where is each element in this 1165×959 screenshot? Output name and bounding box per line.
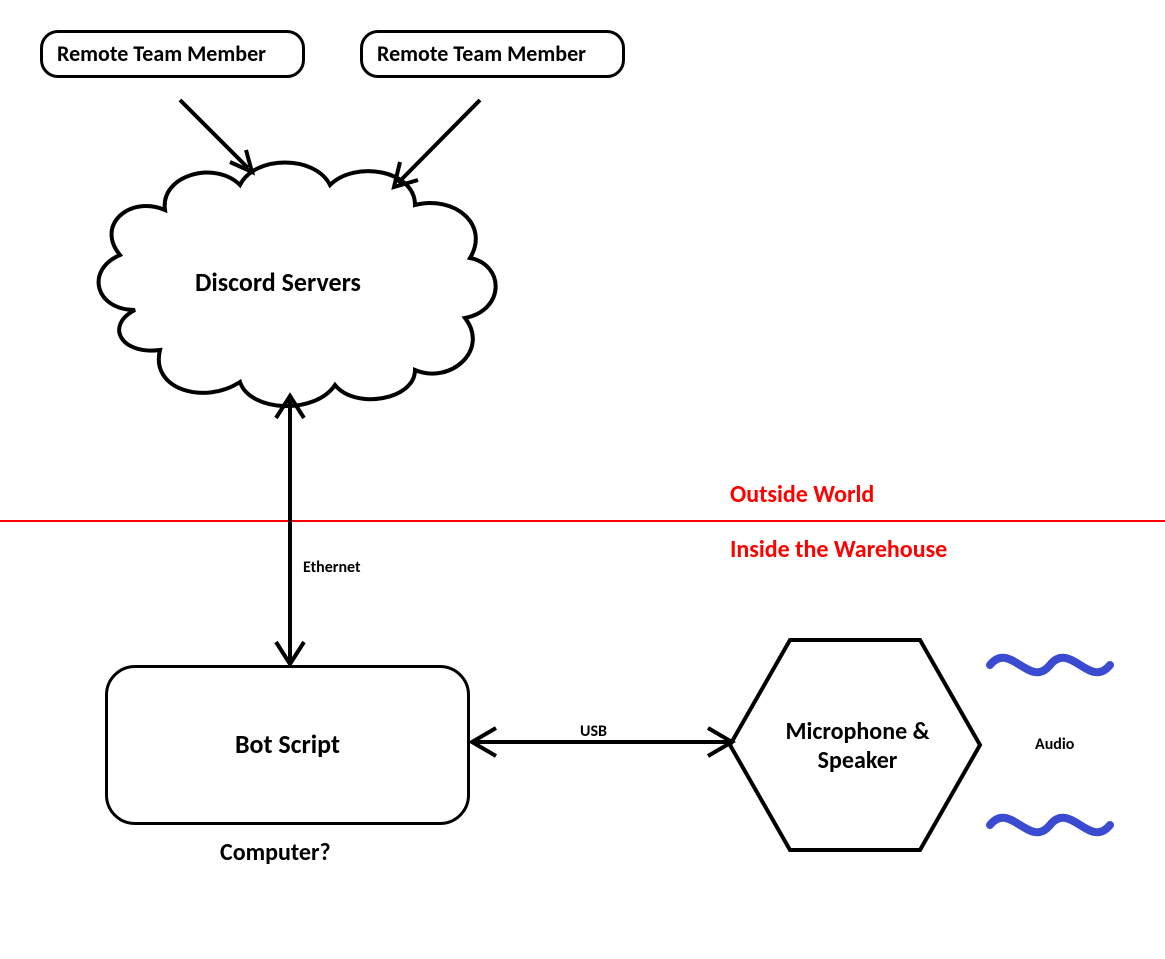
label-outside-world: Outside World [730, 480, 874, 509]
label-inside-warehouse: Inside the Warehouse [730, 535, 947, 564]
arrow-remote1-to-cloud [180, 100, 252, 172]
node-remote-member-1-label: Remote Team Member [57, 40, 266, 67]
node-remote-member-1: Remote Team Member [40, 30, 305, 78]
edge-label-ethernet: Ethernet [303, 558, 361, 577]
audio-wave-top [990, 658, 1110, 672]
node-bot-script: Bot Script [105, 665, 470, 825]
arrow-remote2-to-cloud [394, 100, 480, 187]
audio-wave-bottom [990, 818, 1110, 832]
node-remote-member-2: Remote Team Member [360, 30, 625, 78]
edge-label-usb: USB [580, 722, 607, 741]
label-audio: Audio [1035, 735, 1074, 754]
node-bot-script-label: Bot Script [235, 729, 340, 760]
arrow-cloud-bot [276, 396, 304, 664]
node-remote-member-2-label: Remote Team Member [377, 40, 586, 67]
node-discord-label: Discord Servers [195, 266, 361, 298]
node-mic-speaker-label: Microphone & Speaker [780, 718, 935, 776]
label-computer: Computer? [220, 838, 331, 867]
